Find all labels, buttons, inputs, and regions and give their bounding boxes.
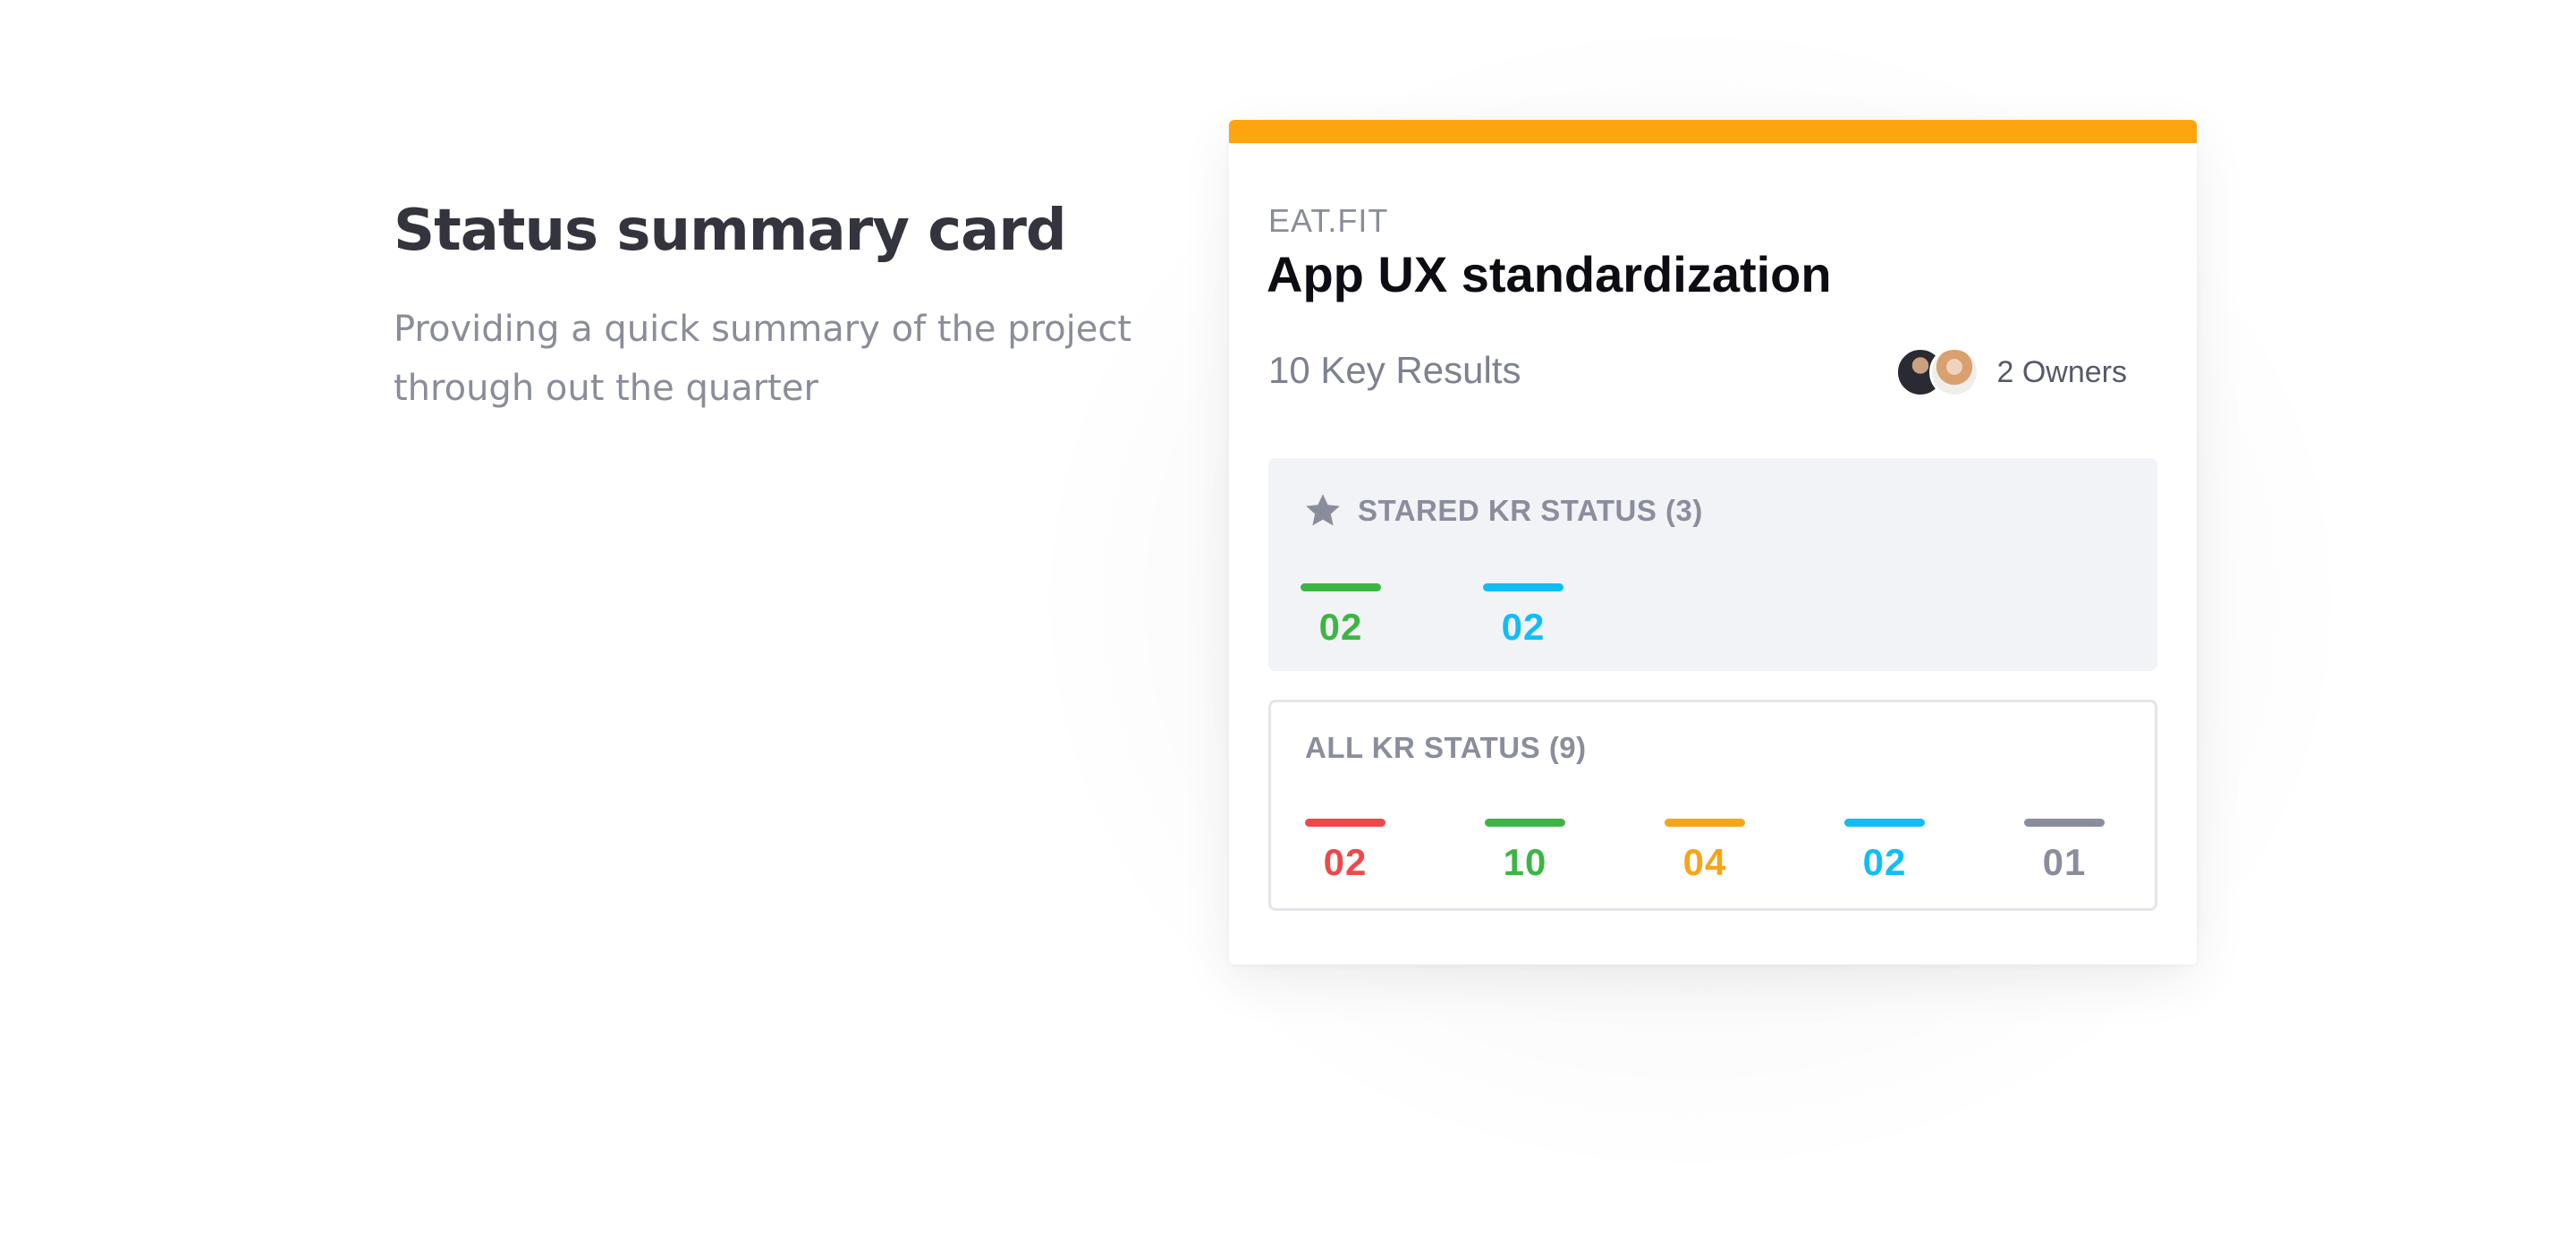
status-count: 02 [1323, 841, 1368, 883]
owners[interactable]: 2 Owners [1894, 347, 2128, 397]
status-count: 02 [1318, 606, 1363, 648]
status-count: 02 [1862, 841, 1907, 883]
intro-section: Status summary card Providing a quick su… [394, 197, 1199, 418]
all-stat-not-started[interactable]: 01 [2024, 819, 2105, 884]
status-summary-card[interactable]: EAT.FIT App UX standardization 10 Key Re… [1229, 120, 2197, 964]
intro-subtitle: Providing a quick summary of the project… [394, 308, 1132, 409]
starred-kr-status-label: STARED KR STATUS (3) [1358, 494, 1703, 527]
all-stat-behind[interactable]: 04 [1665, 819, 1745, 884]
owners-label: 2 Owners [1996, 354, 2128, 389]
status-bar [1485, 819, 1565, 827]
starred-stat-on-track[interactable]: 02 [1301, 583, 1381, 649]
intro-title: Status summary card [394, 198, 1067, 264]
status-bar [1844, 819, 1925, 827]
card-accent-bar [1229, 120, 2197, 143]
status-count: 02 [1501, 606, 1546, 648]
key-results-count: 10 Key Results [1268, 349, 1521, 391]
project-title[interactable]: App UX standardization [1267, 245, 1832, 303]
owner-avatar[interactable] [1928, 347, 1979, 397]
status-bar [2024, 819, 2105, 827]
status-count: 04 [1682, 841, 1727, 883]
status-bar [1301, 583, 1381, 591]
all-kr-status-panel: ALL KR STATUS (9) 02 10 04 02 01 [1268, 700, 2157, 911]
starred-kr-status-panel: STARED KR STATUS (3) 02 02 [1268, 458, 2157, 671]
status-count: 10 [1503, 841, 1547, 883]
all-stat-on-track[interactable]: 10 [1485, 819, 1565, 884]
status-count: 01 [2042, 841, 2087, 883]
star-icon [1306, 494, 1340, 526]
starred-kr-status-header: STARED KR STATUS (3) [1302, 490, 1703, 531]
status-bar [1305, 819, 1385, 827]
status-bar [1483, 583, 1563, 591]
all-kr-status-header: ALL KR STATUS (9) [1305, 731, 1587, 764]
starred-stat-completed[interactable]: 02 [1483, 583, 1563, 649]
all-stat-at-risk[interactable]: 02 [1305, 819, 1385, 884]
org-name: EAT.FIT [1268, 202, 1389, 239]
all-stat-completed[interactable]: 02 [1844, 819, 1925, 884]
status-bar [1665, 819, 1745, 827]
